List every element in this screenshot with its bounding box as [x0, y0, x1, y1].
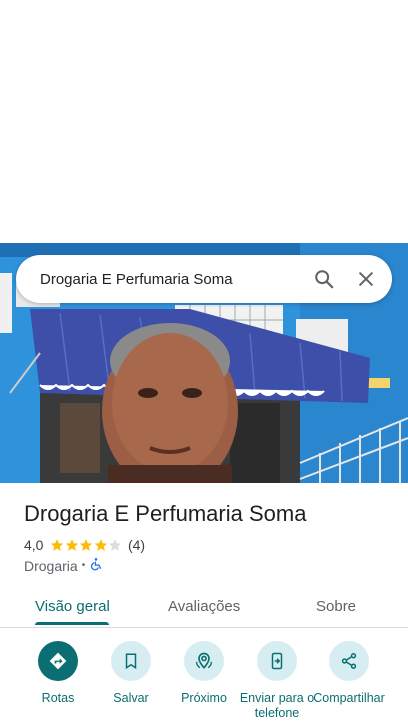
- rating-stars: [50, 538, 123, 552]
- nearby-button[interactable]: Próximo: [164, 641, 244, 706]
- nearby-label: Próximo: [181, 691, 227, 705]
- tab-reviews[interactable]: Avaliações: [168, 598, 240, 615]
- star-full-icon: [65, 539, 79, 551]
- share-button[interactable]: Compartilhar: [309, 641, 389, 706]
- review-count: (4): [127, 537, 146, 553]
- send-to-phone-icon: [257, 641, 297, 681]
- place-category: Drogaria: [24, 557, 78, 574]
- close-icon[interactable]: [346, 259, 386, 299]
- save-button[interactable]: Salvar: [91, 641, 171, 706]
- directions-icon: [38, 641, 78, 681]
- category-row: Drogaria •: [24, 557, 103, 574]
- search-bar[interactable]: Drogaria E Perfumaria Soma: [16, 255, 392, 303]
- separator-dot: •: [81, 560, 86, 571]
- search-icon[interactable]: [304, 259, 344, 299]
- rating-row[interactable]: 4,0 (4): [24, 537, 145, 553]
- send-to-phone-button[interactable]: Enviar para o telefone: [237, 641, 317, 721]
- active-tab-indicator: [35, 622, 109, 625]
- blank-map-area: [0, 0, 408, 243]
- place-title: Drogaria E Perfumaria Soma: [24, 501, 307, 526]
- share-label: Compartilhar: [313, 691, 385, 705]
- star-empty-icon: [109, 539, 122, 551]
- save-label: Salvar: [113, 691, 149, 705]
- place-details-panel: Drogaria E Perfumaria Soma 4,0 (4) Droga…: [0, 483, 408, 726]
- search-input[interactable]: Drogaria E Perfumaria Soma: [40, 271, 304, 288]
- send-to-phone-label: Enviar para o telefone: [239, 691, 315, 720]
- share-icon: [329, 641, 369, 681]
- tab-about[interactable]: Sobre: [316, 598, 356, 615]
- tab-overview[interactable]: Visão geral: [35, 598, 110, 615]
- nearby-icon: [184, 641, 224, 681]
- directions-label: Rotas: [41, 691, 75, 705]
- rating-value: 4,0: [24, 537, 44, 553]
- bookmark-icon: [111, 641, 151, 681]
- star-full-icon: [51, 539, 64, 551]
- star-full-icon: [94, 539, 108, 551]
- action-buttons: Rotas Salvar Próximo Enviar para o telef…: [0, 641, 408, 726]
- directions-button[interactable]: Rotas: [18, 641, 98, 706]
- wheelchair-icon: [89, 557, 103, 574]
- star-full-icon: [80, 539, 93, 551]
